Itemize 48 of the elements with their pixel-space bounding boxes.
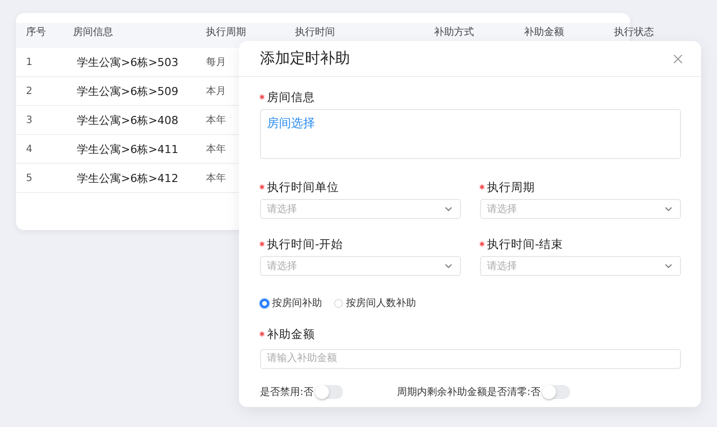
table-cell-text: 本年: [205, 142, 226, 156]
dialog-title: 添加定时补助: [260, 49, 350, 68]
chevron-down-icon: [445, 264, 452, 268]
close-icon[interactable]: [673, 54, 683, 64]
toggle-switch[interactable]: [315, 384, 344, 398]
column-header: 执行状态: [613, 27, 654, 38]
table-cell-text: 本月: [205, 84, 226, 98]
radio-option[interactable]: 按房间人数补助: [334, 296, 416, 310]
room-info-field[interactable]: 房间选择: [260, 109, 681, 159]
table-cell-text: 学生公寓>6栋>509: [76, 84, 178, 98]
table-cell-text: 4: [25, 144, 32, 154]
toggle-switch[interactable]: [542, 384, 570, 398]
column-header: 补助金额: [523, 27, 564, 38]
chevron-down-icon: [665, 207, 672, 211]
field-label: 执行时间-开始: [267, 236, 344, 252]
column-header: 序号: [25, 27, 46, 38]
field-label: 房间信息: [267, 90, 315, 104]
column-header: 执行时间: [294, 27, 335, 38]
table-cell-text: 2: [25, 86, 32, 96]
table-cell-text: 1: [25, 56, 32, 68]
select-field[interactable]: 请选择: [480, 199, 681, 219]
table-cell-text: 学生公寓>6栋>412: [76, 170, 178, 186]
radio-icon[interactable]: [260, 298, 269, 308]
table-cell-text: 5: [25, 172, 32, 184]
table-cell-text: 3: [25, 114, 32, 126]
table-cell-text: 本年: [205, 114, 226, 127]
column-header: 补助方式: [433, 27, 474, 38]
select-field[interactable]: 请选择: [260, 199, 461, 219]
table-cell-text: 学生公寓>6栋>503: [76, 54, 178, 70]
chevron-down-icon: [445, 207, 452, 211]
switch-label: 周期内剩余补助金额是否清零:否: [397, 386, 540, 398]
radio-option[interactable]: 按房间补助: [260, 296, 322, 310]
table-cell-text: 每月: [205, 56, 226, 69]
field-label: 补助金额: [267, 326, 315, 342]
table-cell-text: 学生公寓>6栋>408: [76, 112, 178, 128]
select-field[interactable]: 请选择: [260, 256, 461, 276]
field-label: 执行时间单位: [267, 180, 339, 194]
chevron-down-icon: [665, 264, 672, 268]
amount-input[interactable]: 请输入补助金额: [260, 348, 681, 368]
field-label: 执行时间-结束: [487, 236, 564, 252]
room-select-link[interactable]: 房间选择: [267, 116, 315, 130]
switch-label: 是否禁用:否: [260, 386, 314, 398]
field-label: 执行周期: [487, 180, 535, 194]
column-header: 房间信息: [72, 27, 113, 38]
select-field[interactable]: 请选择: [480, 256, 681, 276]
table-cell-text: 学生公寓>6栋>411: [76, 142, 178, 156]
table-cell-text: 本年: [205, 172, 226, 185]
column-header: 执行周期: [205, 27, 246, 38]
